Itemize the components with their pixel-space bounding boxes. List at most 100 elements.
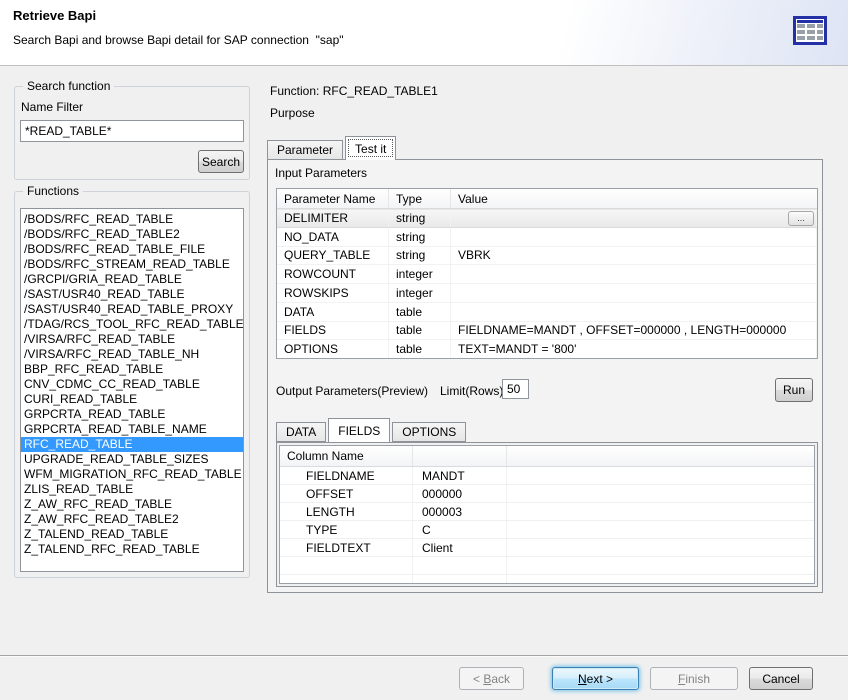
output-preview-frame: Column Name FIELDNAME MANDT OFFSET 00000…: [276, 442, 818, 587]
output-field-row[interactable]: TYPE C: [280, 521, 814, 539]
param-value-cell[interactable]: [451, 209, 817, 227]
field-name-cell: TYPE: [280, 521, 413, 538]
param-value-cell[interactable]: TEXT=MANDT = '800': [451, 340, 817, 358]
column-header-column-name: Column Name: [280, 446, 413, 466]
function-list-item[interactable]: Z_TALEND_READ_TABLE: [21, 527, 243, 542]
param-name-cell: NO_DATA: [277, 228, 389, 246]
functions-list[interactable]: /BODS/RFC_READ_TABLE /BODS/RFC_READ_TABL…: [20, 208, 244, 572]
field-name-cell: FIELDTEXT: [280, 539, 413, 556]
function-list-item[interactable]: RFC_READ_TABLE: [21, 437, 243, 452]
function-list-item[interactable]: /BODS/RFC_READ_TABLE2: [21, 227, 243, 242]
input-param-row[interactable]: DATA table: [277, 303, 817, 322]
function-list-item[interactable]: CNV_CDMC_CC_READ_TABLE: [21, 377, 243, 392]
output-table-header: Column Name: [280, 446, 814, 467]
function-list-item[interactable]: /VIRSA/RFC_READ_TABLE: [21, 332, 243, 347]
function-list-item[interactable]: CURI_READ_TABLE: [21, 392, 243, 407]
page-subtitle: Search Bapi and browse Bapi detail for S…: [13, 33, 344, 47]
column-header-value: Value: [451, 189, 817, 208]
footer-separator: [0, 655, 848, 656]
field-extra-cell: [507, 467, 814, 484]
input-param-row[interactable]: FIELDS table FIELDNAME=MANDT , OFFSET=00…: [277, 322, 817, 341]
function-list-item[interactable]: /VIRSA/RFC_READ_TABLE_NH: [21, 347, 243, 362]
search-button[interactable]: Search: [198, 150, 244, 173]
function-list-item[interactable]: WFM_MIGRATION_RFC_READ_TABLE: [21, 467, 243, 482]
param-name-cell: ROWSKIPS: [277, 284, 389, 302]
field-extra-cell: [507, 521, 814, 538]
function-caption: Function: RFC_READ_TABLE1: [270, 84, 438, 98]
param-value-cell[interactable]: VBRK: [451, 247, 817, 265]
output-field-row[interactable]: FIELDNAME MANDT: [280, 467, 814, 485]
function-name-value: RFC_READ_TABLE1: [323, 84, 438, 98]
table-grid-icon: [793, 16, 827, 45]
field-value-cell: 000003: [413, 503, 507, 520]
name-filter-input[interactable]: [20, 120, 244, 142]
output-tab[interactable]: DATA: [276, 422, 326, 442]
function-list-item[interactable]: GRPCRTA_READ_TABLE: [21, 407, 243, 422]
input-param-row[interactable]: NO_DATA string: [277, 228, 817, 247]
empty-row: [280, 575, 814, 584]
output-tab[interactable]: OPTIONS: [392, 422, 466, 442]
input-parameters-body: DELIMITER string ... NO_DATA string QUER…: [277, 209, 817, 358]
param-type-cell: string: [389, 209, 451, 227]
param-name-cell: OPTIONS: [277, 340, 389, 358]
param-type-cell: integer: [389, 265, 451, 283]
limit-rows-label: Limit(Rows): [440, 384, 503, 398]
output-field-row[interactable]: LENGTH 000003: [280, 503, 814, 521]
input-parameters-table: Parameter Name Type Value DELIMITER stri…: [276, 188, 818, 359]
param-name-cell: FIELDS: [277, 322, 389, 340]
output-field-row[interactable]: OFFSET 000000: [280, 485, 814, 503]
input-param-row[interactable]: QUERY_TABLE string VBRK: [277, 247, 817, 266]
detail-tab[interactable]: Test it: [345, 136, 396, 160]
function-list-item[interactable]: GRPCRTA_READ_TABLE_NAME: [21, 422, 243, 437]
functions-group-label: Functions: [23, 184, 83, 198]
output-preview-table: Column Name FIELDNAME MANDT OFFSET 00000…: [279, 445, 815, 584]
next-button[interactable]: Next >: [552, 667, 639, 690]
param-type-cell: integer: [389, 284, 451, 302]
param-value-cell[interactable]: [451, 303, 817, 321]
finish-button[interactable]: Finish: [650, 667, 738, 690]
field-name-cell: OFFSET: [280, 485, 413, 502]
field-extra-cell: [507, 485, 814, 502]
function-list-item[interactable]: /BODS/RFC_STREAM_READ_TABLE: [21, 257, 243, 272]
detail-tab[interactable]: Parameter: [267, 140, 343, 160]
field-value-cell: 000000: [413, 485, 507, 502]
function-list-item[interactable]: Z_TALEND_RFC_READ_TABLE: [21, 542, 243, 557]
name-filter-label: Name Filter: [21, 100, 83, 114]
back-button[interactable]: < Back: [459, 667, 524, 690]
function-list-item[interactable]: /SAST/USR40_READ_TABLE: [21, 287, 243, 302]
function-list-item[interactable]: /BODS/RFC_READ_TABLE: [21, 212, 243, 227]
function-list-item[interactable]: Z_AW_RFC_READ_TABLE: [21, 497, 243, 512]
search-function-group-label: Search function: [23, 79, 114, 93]
output-field-row[interactable]: FIELDTEXT Client: [280, 539, 814, 557]
param-value-cell[interactable]: FIELDNAME=MANDT , OFFSET=000000 , LENGTH…: [451, 322, 817, 340]
function-list-item[interactable]: UPGRADE_READ_TABLE_SIZES: [21, 452, 243, 467]
input-param-row[interactable]: DELIMITER string ...: [277, 209, 817, 228]
function-list-item[interactable]: /SAST/USR40_READ_TABLE_PROXY: [21, 302, 243, 317]
field-value-cell: C: [413, 521, 507, 538]
function-list-item[interactable]: Z_AW_RFC_READ_TABLE2: [21, 512, 243, 527]
param-type-cell: table: [389, 322, 451, 340]
browse-value-button[interactable]: ...: [788, 211, 814, 226]
field-name-cell: FIELDNAME: [280, 467, 413, 484]
function-list-item[interactable]: /GRCPI/GRIA_READ_TABLE: [21, 272, 243, 287]
function-list-item[interactable]: ZLIS_READ_TABLE: [21, 482, 243, 497]
function-list-item[interactable]: BBP_RFC_READ_TABLE: [21, 362, 243, 377]
table-grid-icon-bar: [797, 20, 823, 23]
run-button[interactable]: Run: [775, 378, 813, 402]
input-param-row[interactable]: OPTIONS table TEXT=MANDT = '800': [277, 340, 817, 358]
param-value-cell[interactable]: [451, 265, 817, 283]
function-list-item[interactable]: /TDAG/RCS_TOOL_RFC_READ_TABLE: [21, 317, 243, 332]
input-param-row[interactable]: ROWCOUNT integer: [277, 265, 817, 284]
input-param-row[interactable]: ROWSKIPS integer: [277, 284, 817, 303]
param-value-cell[interactable]: [451, 228, 817, 246]
output-tab[interactable]: FIELDS: [328, 418, 390, 442]
cancel-button[interactable]: Cancel: [749, 667, 813, 690]
limit-rows-input[interactable]: [502, 379, 529, 399]
input-parameters-label: Input Parameters: [275, 166, 367, 180]
param-value-cell[interactable]: [451, 284, 817, 302]
column-header-parameter-name: Parameter Name: [277, 189, 389, 208]
field-extra-cell: [507, 503, 814, 520]
output-table-body: FIELDNAME MANDT OFFSET 000000 LENGTH 000…: [280, 467, 814, 557]
column-header-empty-2: [507, 446, 814, 466]
function-list-item[interactable]: /BODS/RFC_READ_TABLE_FILE: [21, 242, 243, 257]
